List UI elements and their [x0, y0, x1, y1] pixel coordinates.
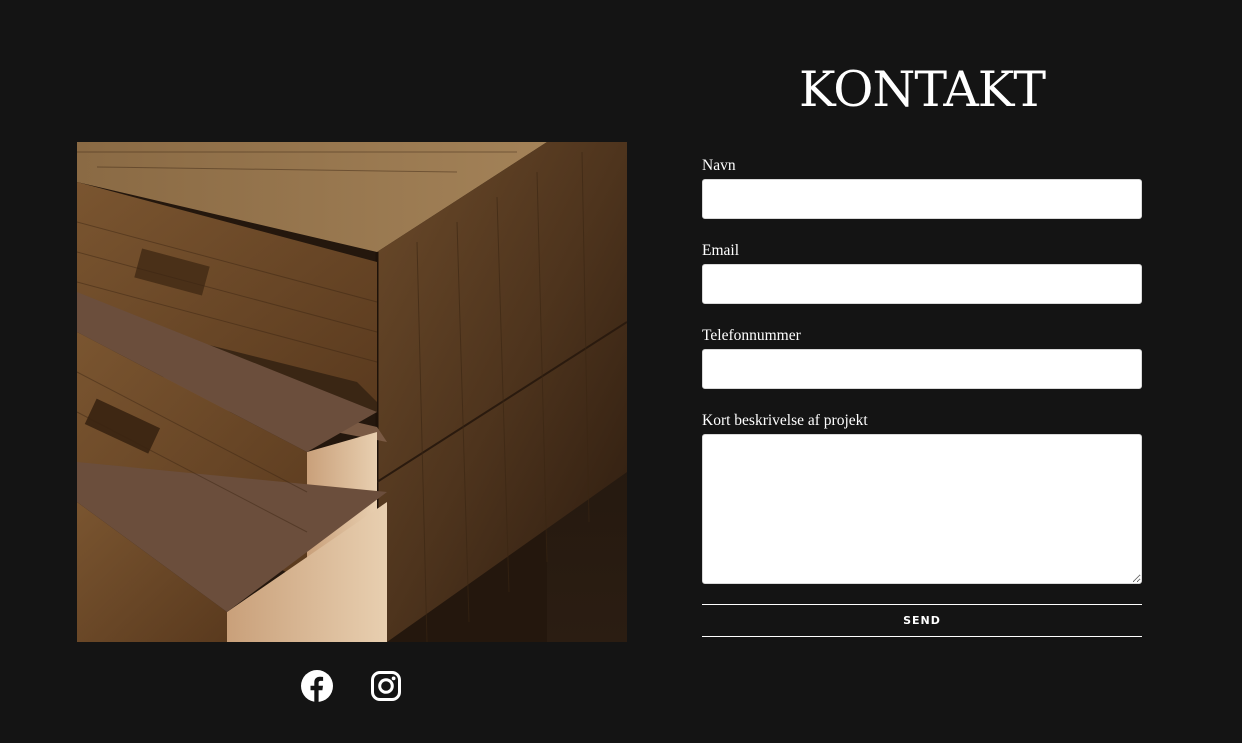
facebook-icon[interactable] — [301, 670, 333, 702]
social-links — [301, 670, 402, 702]
email-label: Email — [702, 242, 740, 259]
name-label: Navn — [702, 157, 736, 174]
page-title: KONTAKT — [798, 61, 1046, 118]
name-input[interactable] — [702, 179, 1142, 219]
instagram-icon[interactable] — [370, 670, 402, 702]
description-label: Kort beskrivelse af projekt — [702, 412, 868, 429]
email-input[interactable] — [702, 264, 1142, 304]
phone-label: Telefonnummer — [702, 327, 801, 344]
product-photo — [77, 142, 627, 642]
description-textarea[interactable] — [702, 434, 1142, 584]
phone-input[interactable] — [702, 349, 1142, 389]
send-button[interactable]: SEND — [702, 604, 1142, 637]
